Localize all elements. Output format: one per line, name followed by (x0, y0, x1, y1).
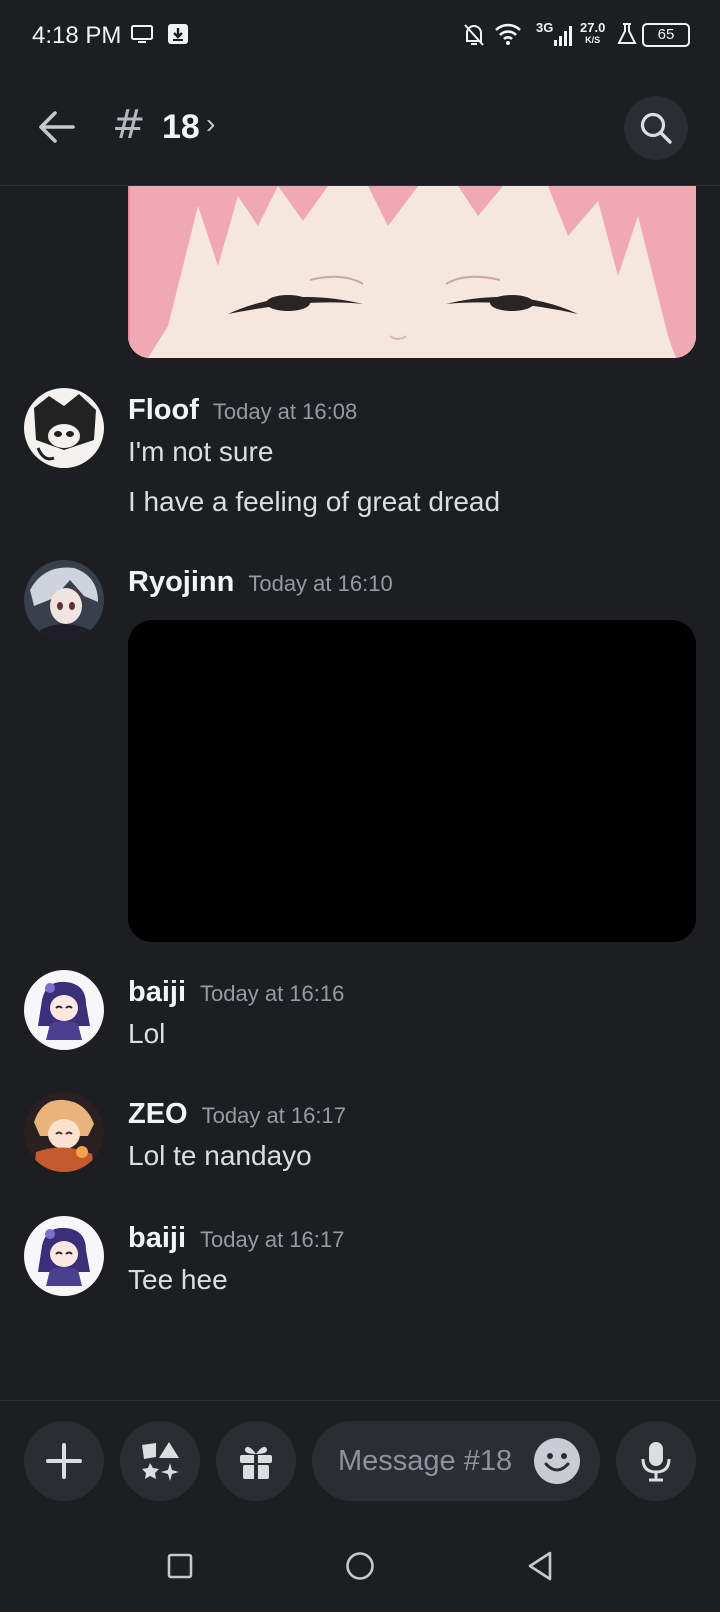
signal-icon (554, 26, 574, 51)
plus-icon (46, 1443, 82, 1479)
channel-name[interactable]: 18 (162, 108, 200, 147)
home-circle-icon (346, 1552, 374, 1580)
network-speed: 27.0 K/S (580, 21, 605, 47)
message-author[interactable]: Ryojinn Today at 16:10 (128, 566, 393, 599)
download-icon (166, 22, 190, 51)
home-button[interactable] (338, 1544, 382, 1588)
author-name[interactable]: Floof (128, 394, 199, 426)
message-timestamp: Today at 16:17 (200, 1227, 345, 1252)
back-nav-button[interactable] (518, 1544, 562, 1588)
message-input-container[interactable] (312, 1421, 600, 1501)
bell-off-icon (462, 22, 486, 53)
message-list[interactable]: Floof Today at 16:08 I'm not sure I have … (0, 186, 720, 1400)
back-triangle-icon (528, 1551, 552, 1581)
search-button[interactable] (624, 96, 688, 160)
gift-icon (240, 1446, 272, 1479)
speed-unit: K/S (585, 35, 601, 45)
channel-hash-icon[interactable]: # (112, 102, 146, 148)
video-attachment[interactable] (128, 620, 696, 942)
speed-value: 27.0 (580, 20, 606, 35)
author-name[interactable]: ZEO (128, 1098, 188, 1130)
wifi-icon (494, 22, 522, 51)
recents-button[interactable] (158, 1544, 202, 1588)
flask-icon (616, 22, 638, 51)
channel-header: # 18 › (0, 72, 720, 186)
search-icon (640, 112, 672, 144)
message-timestamp: Today at 16:17 (201, 1103, 346, 1128)
apps-button[interactable] (120, 1421, 200, 1501)
status-bar: 4:18 PM 3G 27.0 K/S 65 (0, 0, 720, 72)
battery-level: 65 (657, 26, 675, 43)
recents-square-icon (167, 1553, 193, 1579)
message-timestamp: Today at 16:10 (248, 571, 393, 596)
message-author[interactable]: baiji Today at 16:17 (128, 1222, 344, 1255)
avatar[interactable] (24, 1092, 104, 1172)
image-attachment[interactable] (128, 186, 696, 358)
message-input[interactable] (338, 1439, 528, 1483)
message-text[interactable]: Tee hee (128, 1264, 228, 1296)
system-navigation-bar (0, 1516, 720, 1612)
chevron-right-icon[interactable]: › (206, 108, 215, 140)
avatar[interactable] (24, 970, 104, 1050)
message-timestamp: Today at 16:16 (200, 981, 345, 1006)
message-text[interactable]: I have a feeling of great dread (128, 486, 500, 518)
message-timestamp: Today at 16:08 (212, 399, 358, 424)
message-text[interactable]: Lol (128, 1018, 165, 1050)
voice-message-button[interactable] (616, 1421, 696, 1501)
emoji-button[interactable] (534, 1438, 580, 1484)
add-attachment-button[interactable] (24, 1421, 104, 1501)
battery-icon: 65 (642, 23, 690, 47)
message-author[interactable]: ZEO Today at 16:17 (128, 1098, 346, 1131)
author-name[interactable]: baiji (128, 1222, 186, 1254)
status-time: 4:18 PM (32, 22, 122, 49)
apps-icon (142, 1442, 179, 1481)
message-author[interactable]: baiji Today at 16:16 (128, 976, 344, 1009)
avatar[interactable] (24, 388, 104, 468)
avatar[interactable] (24, 1216, 104, 1296)
gift-button[interactable] (216, 1421, 296, 1501)
screen-icon (130, 22, 154, 51)
microphone-icon (641, 1442, 671, 1482)
message-composer (0, 1400, 720, 1516)
message-text[interactable]: Lol te nandayo (128, 1140, 312, 1172)
message-text[interactable]: I'm not sure (128, 436, 273, 468)
back-button[interactable] (32, 102, 82, 152)
message-author[interactable]: Floof Today at 16:08 (128, 394, 357, 427)
avatar[interactable] (24, 560, 104, 640)
arrow-left-icon (39, 111, 75, 143)
author-name[interactable]: baiji (128, 976, 186, 1008)
emoji-icon (544, 1453, 570, 1472)
author-name[interactable]: Ryojinn (128, 566, 234, 598)
network-type: 3G (536, 20, 554, 35)
